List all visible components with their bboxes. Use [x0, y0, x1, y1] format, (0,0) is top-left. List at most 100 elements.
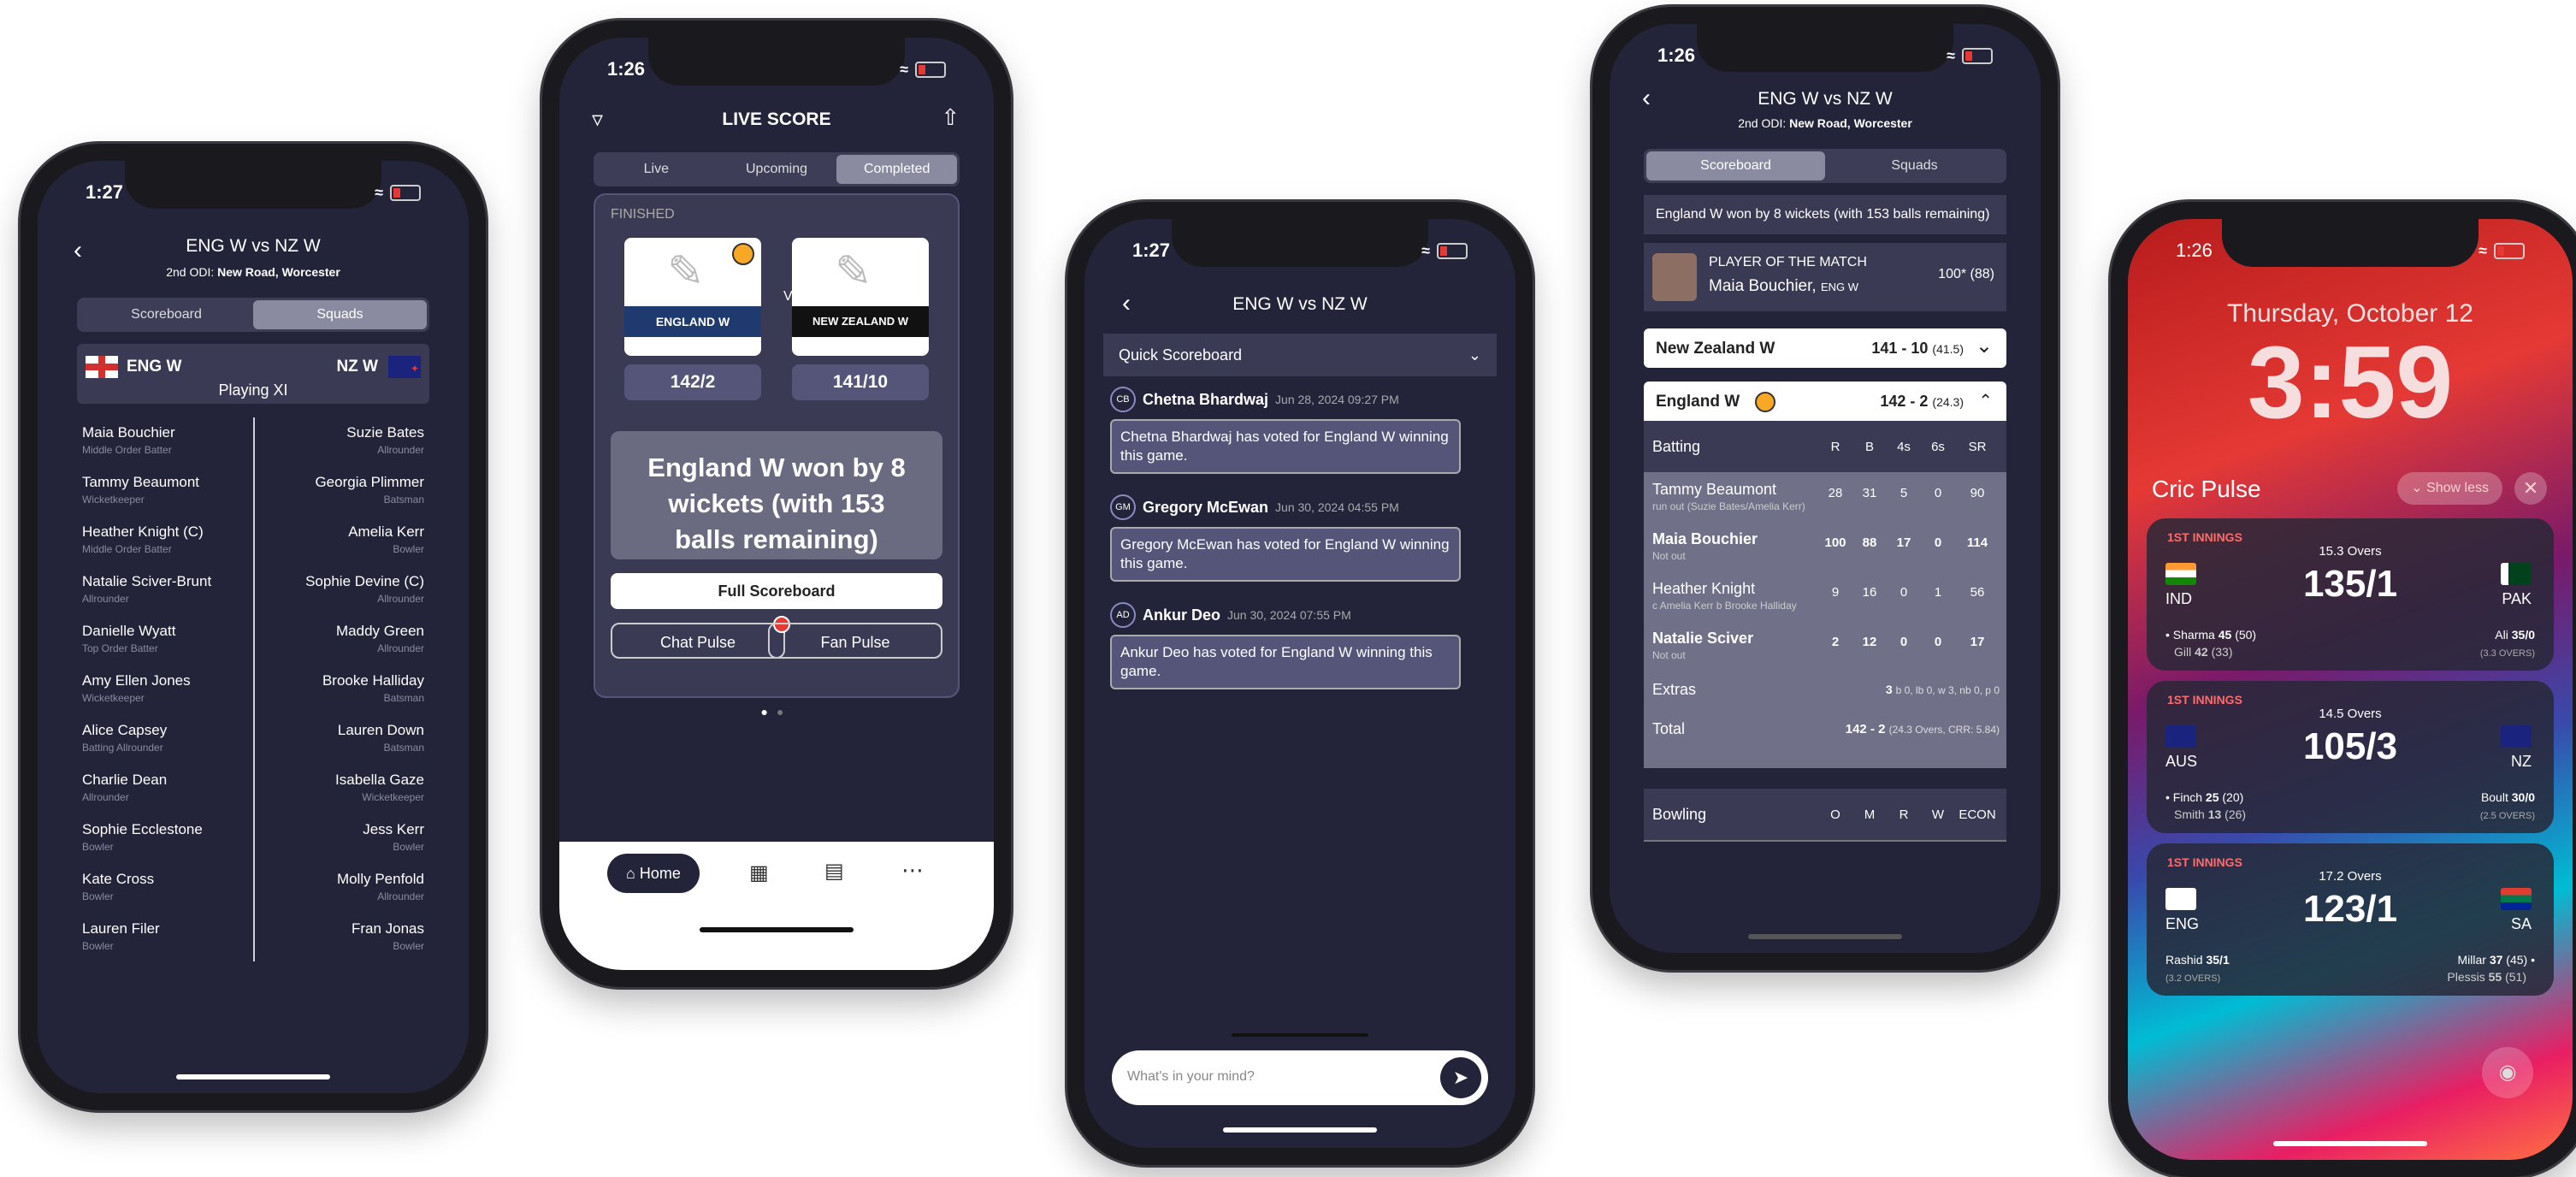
squad-player[interactable]: Fran Jonas Bowler — [236, 920, 424, 970]
quick-scoreboard-label: Quick Scoreboard — [1119, 346, 1243, 364]
squad-player[interactable]: Georgia Plimmer Batsman — [236, 474, 424, 523]
stat-value: 31 — [1862, 486, 1877, 500]
match-subtitle: 2nd ODI: New Road, Worcester — [1738, 116, 1912, 130]
tab-scoreboard[interactable]: Scoreboard — [80, 300, 253, 329]
tab-upcoming[interactable]: Upcoming — [717, 155, 837, 184]
bowling-header: Bowling O M R W ECON — [1644, 789, 2006, 842]
player-role: Wicketkeeper — [362, 791, 424, 803]
phone-squads: 1:27 ≈ ‹ ENG W vs NZ W 2nd ODI: New Road… — [21, 144, 486, 1110]
close-icon[interactable]: ✕ — [2514, 472, 2547, 505]
message-input[interactable]: What's in your mind? ➤ — [1112, 1050, 1488, 1105]
squad-player[interactable]: Suzie Bates Allrounder — [236, 424, 424, 474]
squad-player[interactable]: Jess Kerr Bowler — [236, 821, 424, 871]
phone-lock-screen: 1:26 ≈ Thursday, October 12 3:59 Cric Pu… — [2111, 202, 2576, 1177]
send-icon[interactable]: ➤ — [1440, 1057, 1481, 1098]
player-name: Brooke Halliday — [322, 672, 424, 689]
squad-player[interactable]: Amelia Kerr Bowler — [236, 523, 424, 573]
nav-home[interactable]: ⌂ Home — [607, 854, 700, 893]
team-left-label: ENGLAND W — [624, 306, 761, 337]
stat-value: 114 — [1966, 535, 1988, 550]
show-less-button[interactable]: ⌄ Show less — [2397, 472, 2502, 505]
status-bar: 1:26 ≈ — [607, 56, 946, 82]
more-icon[interactable]: ⋯ — [901, 857, 924, 884]
tab-completed[interactable]: Completed — [836, 155, 958, 184]
message-bubble: Gregory McEwan has voted for England W w… — [1110, 527, 1461, 582]
home-indicator — [2273, 1141, 2427, 1146]
squad-player[interactable]: Isabella Gaze Wicketkeeper — [236, 772, 424, 821]
overs-label: 17.2 Overs — [2319, 869, 2382, 884]
fan-pulse-button[interactable]: Fan Pulse — [768, 623, 942, 659]
camera-icon[interactable]: ◉ — [2482, 1047, 2533, 1098]
quick-scoreboard-bar[interactable]: Quick Scoreboard ⌄ — [1103, 334, 1497, 376]
column-header: M — [1864, 807, 1876, 822]
lock-clock: 3:59 — [2247, 325, 2454, 440]
player-name: Jess Kerr — [363, 821, 424, 837]
chevron-down-icon: ⌄ — [1468, 346, 1481, 364]
batter-stats: 9 16 0 1 56 — [1818, 585, 2000, 600]
badge-icon — [1755, 392, 1775, 412]
innings-eng[interactable]: England W 142 - 2 (24.3) ⌃ — [1644, 381, 2006, 421]
home-icon: ⌂ — [626, 865, 640, 882]
chat-message: CB Chetna Bhardwaj Jun 28, 2024 09:27 PM Ch… — [1110, 387, 1490, 474]
batter-dismissal: c Amelia Kerr b Brooke Halliday — [1652, 600, 1797, 612]
squad-player[interactable]: Sophie Devine (C) Allrounder — [236, 573, 424, 623]
battery-icon — [1962, 47, 1993, 64]
full-scoreboard-button[interactable]: Full Scoreboard — [611, 573, 942, 609]
player-role: Batsman — [383, 494, 424, 506]
status-time: 1:27 — [1132, 240, 1171, 261]
batter-stats: 28 31 5 0 90 — [1818, 486, 2000, 500]
tab-squads[interactable]: Squads — [253, 300, 427, 329]
match-card[interactable]: FINISHED ✎ ENGLAND W VS ✎ NEW ZEALAND W … — [594, 193, 960, 698]
team-left-flag-icon — [2165, 563, 2196, 585]
bowler-info: Boult 30/0 (2.5 OVERS) — [2479, 790, 2535, 821]
divider-line — [1232, 1033, 1368, 1037]
innings-label: 1ST INNINGS — [2167, 855, 2242, 869]
chat-screen: 1:27 ≈ ‹ ENG W vs NZ W Quick Scoreboard … — [1084, 219, 1515, 1148]
innings-nz[interactable]: New Zealand W 141 - 10 (41.5) ⌄ — [1644, 328, 2006, 368]
tab-squads[interactable]: Squads — [1825, 151, 2004, 180]
squad-player[interactable]: Lauren Down Batsman — [236, 722, 424, 772]
overs-label: 14.5 Overs — [2319, 707, 2382, 721]
stat-value: 88 — [1862, 535, 1877, 550]
batter-stats: 2 12 0 0 17 — [1818, 635, 2000, 649]
share-icon[interactable]: ⇧ — [941, 104, 960, 131]
column-header: B — [1864, 440, 1874, 454]
player-avatar — [1652, 253, 1697, 301]
squad-player[interactable]: Maddy Green Allrounder — [236, 623, 424, 672]
scorecard-icon[interactable]: ▤ — [824, 859, 844, 884]
batting-columns: R B 4s 6s SR — [1818, 440, 2000, 454]
message-bubble: Ankur Deo has voted for England W winnin… — [1110, 635, 1461, 689]
stat-value: 5 — [1900, 486, 1908, 500]
squad-player[interactable]: Molly Penfold Allrounder — [236, 871, 424, 920]
wifi-icon: ≈ — [900, 60, 908, 78]
score-widget-card[interactable]: 1ST INNINGS 14.5 Overs 105/3 AUS NZ • Finch 2… — [2147, 681, 2554, 833]
wifi-icon: ≈ — [375, 183, 383, 201]
widget-title: Cric Pulse — [2152, 476, 2261, 502]
status-bar: 1:26 ≈ — [1657, 43, 1993, 68]
column-header: R — [1830, 440, 1840, 454]
batter-dismissal: Not out — [1652, 550, 1686, 562]
team-left-name: ENG W — [127, 358, 182, 376]
player-role: Allrounder — [377, 642, 424, 654]
calendar-icon[interactable]: ▦ — [749, 861, 769, 885]
battery-icon — [390, 184, 421, 201]
player-name: Lauren Down — [337, 722, 424, 738]
stat-value: 0 — [1934, 635, 1942, 649]
player-role: Batsman — [383, 742, 424, 754]
extras-value: 3 b 0, lb 0, w 3, nb 0, p 0 — [1885, 683, 2000, 696]
player-name: Fran Jonas — [351, 920, 424, 937]
phone-scoreboard: 1:26 ≈ ‹ ENG W vs NZ W 2nd ODI: New Road… — [1592, 7, 2058, 970]
score-widget-card[interactable]: 1ST INNINGS 15.3 Overs 135/1 IND PAK • Sharma… — [2147, 518, 2554, 671]
tab-scoreboard[interactable]: Scoreboard — [1646, 151, 1825, 180]
batters-info: • Sharma 45 (50) Gill 42 (33) — [2165, 628, 2257, 659]
player-role: Bowler — [393, 841, 424, 853]
chat-pulse-button[interactable]: Chat Pulse — [611, 623, 785, 659]
batting-header: Batting R B 4s 6s SR — [1644, 421, 2006, 472]
squad-player[interactable]: Brooke Halliday Batsman — [236, 672, 424, 722]
tab-live[interactable]: Live — [596, 155, 717, 184]
team-right-flag-icon — [2501, 888, 2532, 910]
score-widget-card[interactable]: 1ST INNINGS 17.2 Overs 123/1 ENG SA Rashid 35… — [2147, 843, 2554, 996]
playing-xi-label: Playing XI — [218, 381, 288, 399]
team-left-code: IND — [2165, 590, 2192, 607]
batter-row: Natalie Sciver Not out 2 12 0 0 17 — [1644, 621, 2006, 671]
